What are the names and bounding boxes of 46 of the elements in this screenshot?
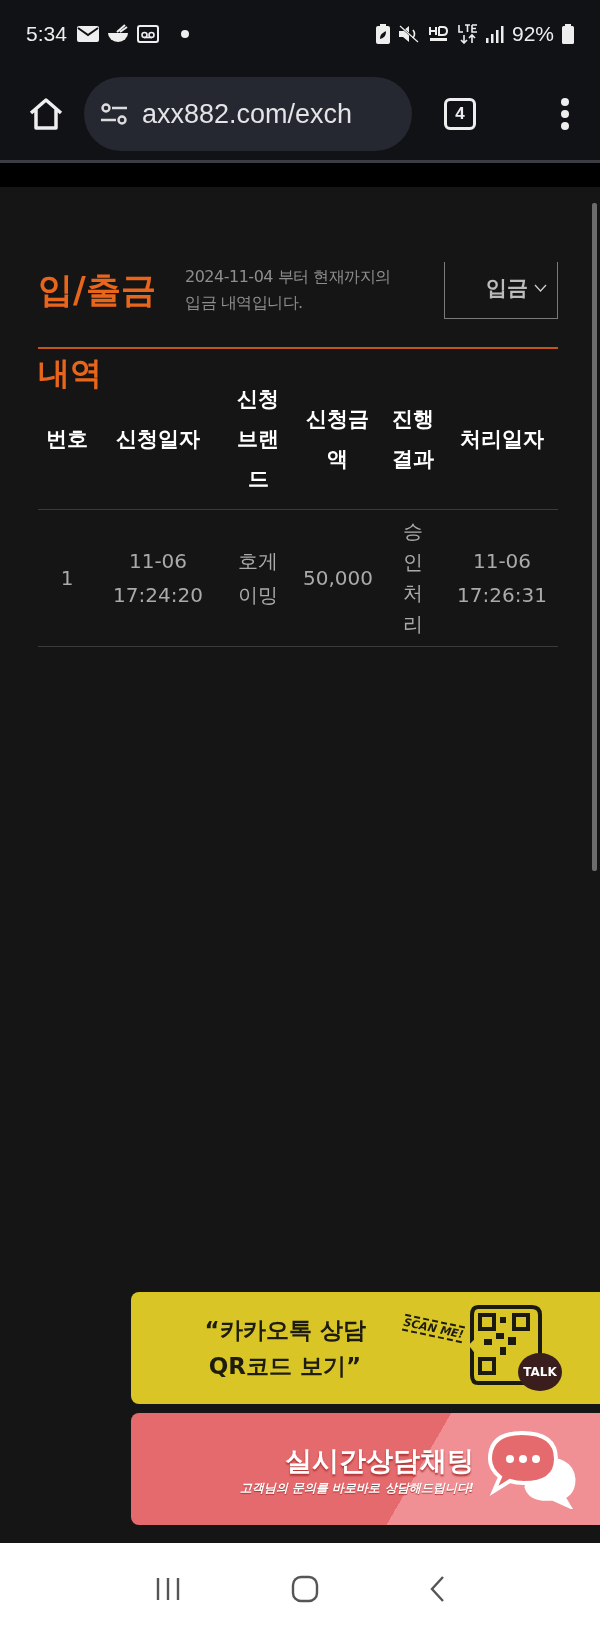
chat-bubbles-icon	[486, 1429, 578, 1509]
battery-saver-icon	[375, 24, 390, 44]
bowl-icon	[106, 24, 129, 44]
column-header: 신청일자	[116, 426, 200, 453]
table-cell-text: 승인처리	[403, 518, 423, 638]
mail-icon	[76, 26, 99, 42]
table-cell-text: 1	[60, 565, 74, 592]
scrollbar[interactable]	[592, 203, 597, 871]
status-time: 5:34	[26, 22, 67, 46]
site-settings-icon[interactable]	[100, 103, 128, 125]
table-cell-text: 11-06 17:26:31	[456, 548, 548, 609]
back-icon[interactable]	[429, 1575, 445, 1603]
tab-count-button[interactable]: 4	[444, 98, 476, 130]
table-cell-text: 호게이밍	[237, 548, 279, 609]
talk-badge: TALK	[518, 1353, 563, 1391]
column-header: 진행결과	[391, 406, 435, 473]
description: 2024-11-04 부터 현재까지의 입금 내역입니다.	[185, 266, 392, 314]
chevron-down-icon	[534, 283, 547, 292]
section-title: 내역	[38, 353, 103, 394]
signal-icon	[485, 25, 504, 43]
menu-icon[interactable]	[560, 98, 570, 130]
table-cell-text: 11-06 17:24:20	[112, 548, 204, 609]
banner-title: 실시간상담채팅	[285, 1443, 474, 1478]
type-dropdown[interactable]: 입금	[444, 261, 558, 319]
column-header: 신청금액	[305, 406, 371, 473]
banner-text: “카카오톡 상담	[204, 1316, 366, 1345]
banner-text: QR코드 보기”	[208, 1352, 362, 1381]
column-header: 처리일자	[460, 426, 544, 453]
page-title: 입/출금	[38, 268, 157, 312]
battery-icon	[562, 24, 574, 44]
notification-dot-icon	[180, 30, 189, 38]
voicemail-icon	[136, 25, 159, 43]
lte-signal-icon	[457, 24, 478, 44]
home-icon[interactable]	[28, 97, 64, 131]
banner-subtitle: 고객님의 문의를 바로바로 상담해드립니다!	[240, 1479, 474, 1497]
stamp-label: SCAN ME!	[401, 1313, 466, 1343]
hd-voice-icon	[427, 25, 450, 43]
address-bar[interactable]: axx882.com/exch	[84, 77, 412, 151]
table-cell-text: 50,000	[303, 565, 373, 592]
recent-apps-icon[interactable]	[155, 1577, 181, 1601]
mute-icon	[397, 25, 420, 43]
battery-percent: 92%	[511, 22, 554, 46]
kakao-banner[interactable]: “카카오톡 상담 QR코드 보기” SCAN ME! TALK	[131, 1292, 600, 1404]
column-header: 신청브랜드	[236, 386, 280, 493]
column-header: 번호	[46, 426, 88, 453]
home-button-icon[interactable]	[291, 1575, 319, 1603]
